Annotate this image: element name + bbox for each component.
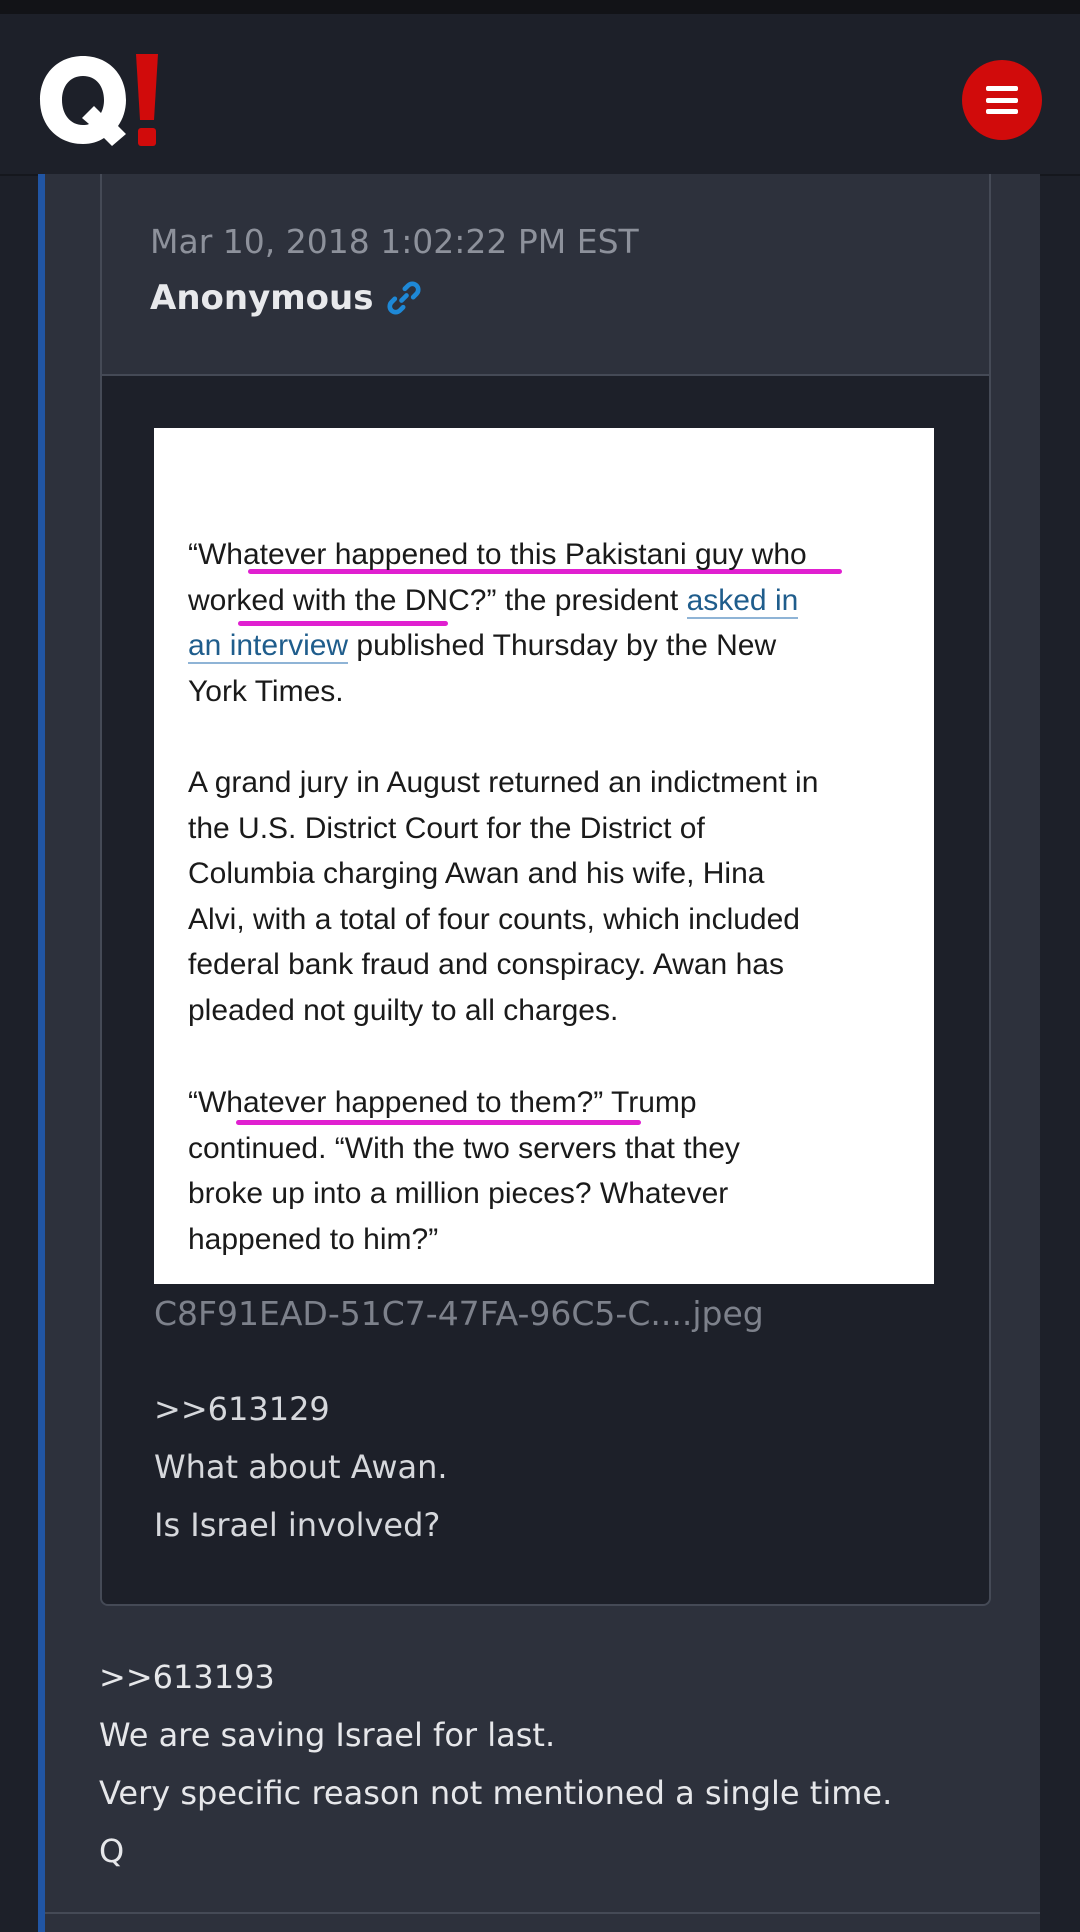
- reply-link[interactable]: >>613129: [154, 1390, 330, 1428]
- quoted-post: Mar 10, 2018 1:02:22 PM EST Anonymous “W…: [100, 174, 991, 1606]
- top-header: [0, 14, 1080, 176]
- thread-indicator-bar: [38, 174, 45, 1932]
- image-paragraph-1: “Whatever happened to this Pakistani guy…: [188, 538, 807, 708]
- image-link-text: an interview: [188, 629, 349, 664]
- divider: [45, 1912, 1040, 1914]
- post-date: Mar 10, 2018 1:02:22 PM EST: [150, 222, 639, 261]
- quoted-post-body: “Whatever happened to this Pakistani guy…: [102, 376, 989, 1604]
- post-text: We are saving Israel for last.: [99, 1716, 556, 1754]
- link-icon[interactable]: [384, 278, 424, 318]
- image-link-text: asked in: [686, 583, 799, 619]
- quoted-post-header: Mar 10, 2018 1:02:22 PM EST Anonymous: [102, 174, 989, 376]
- image-paragraph-3: “Whatever happened to them?” Trump conti…: [188, 1086, 740, 1256]
- attachment-filename[interactable]: C8F91EAD-51C7-47FA-96C5-C....jpeg: [154, 1294, 764, 1333]
- reply-link[interactable]: >>613193: [99, 1658, 275, 1696]
- quoted-post-text: What about Awan.: [154, 1448, 448, 1486]
- quoted-post-text: Is Israel involved?: [154, 1506, 441, 1544]
- post-signature: Q: [99, 1832, 125, 1870]
- attached-image[interactable]: “Whatever happened to this Pakistani guy…: [154, 428, 934, 1284]
- menu-button[interactable]: [962, 60, 1042, 140]
- image-paragraph-2: A grand jury in August returned an indic…: [188, 766, 819, 1027]
- q-exclamation-logo[interactable]: [36, 50, 166, 150]
- post-card: Mar 10, 2018 1:02:22 PM EST Anonymous “W…: [45, 174, 1040, 1932]
- hamburger-menu-icon: [986, 86, 1018, 114]
- post-text: Very specific reason not mentioned a sin…: [99, 1774, 893, 1812]
- status-strip: [0, 0, 1080, 14]
- post-author: Anonymous: [150, 278, 374, 318]
